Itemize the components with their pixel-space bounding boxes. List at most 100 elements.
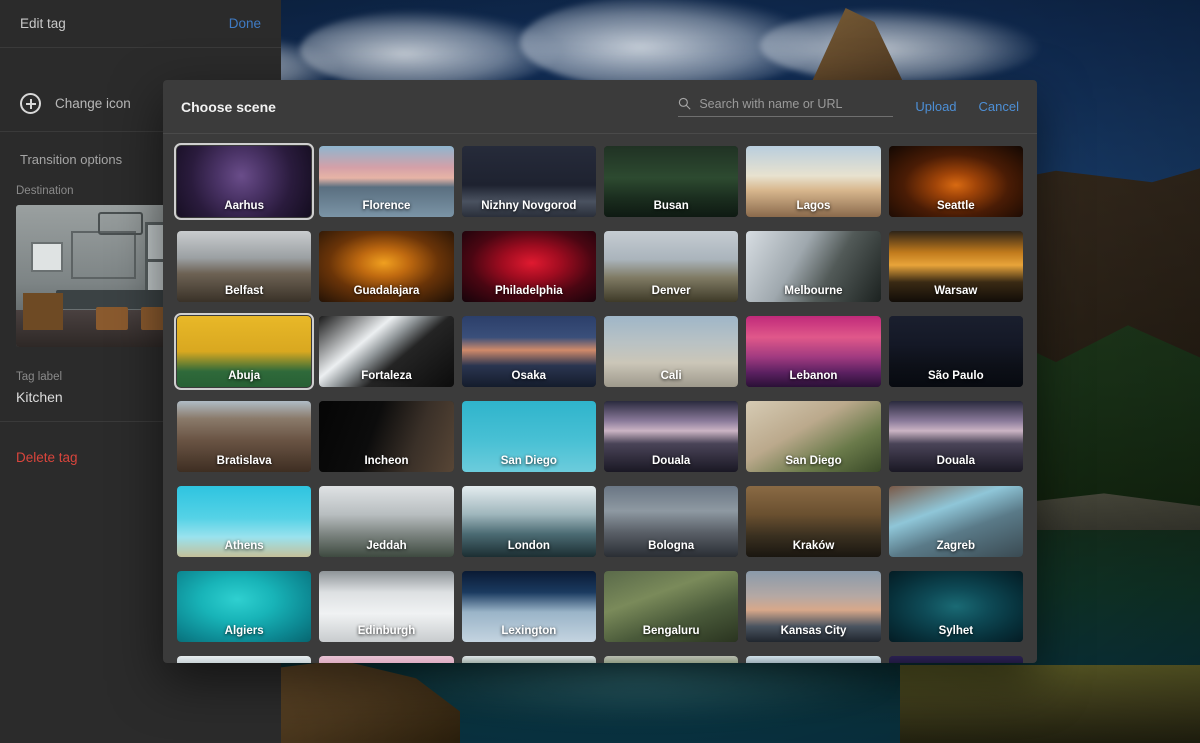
- thumb-chandelier: [98, 212, 143, 235]
- scene-tile-partial[interactable]: [889, 656, 1023, 663]
- scene-thumbnail: [462, 571, 596, 642]
- scene-tile[interactable]: Sylhet: [889, 571, 1023, 642]
- scene-tile[interactable]: Athens: [177, 486, 311, 557]
- scene-tile[interactable]: Jeddah: [319, 486, 453, 557]
- screen: Edit tag Done Change icon Transition opt…: [0, 0, 1200, 743]
- scene-thumbnail: [746, 231, 880, 302]
- scene-thumbnail: [462, 231, 596, 302]
- scene-tile[interactable]: Abuja: [177, 316, 311, 387]
- scene-tile[interactable]: Edinburgh: [319, 571, 453, 642]
- scene-thumbnail: [462, 486, 596, 557]
- scene-tile[interactable]: Nizhny Novgorod: [462, 146, 596, 217]
- scene-thumbnail: [177, 316, 311, 387]
- scene-thumbnail: [889, 486, 1023, 557]
- scene-tile[interactable]: Lebanon: [746, 316, 880, 387]
- scene-thumbnail: [462, 401, 596, 472]
- scene-tile[interactable]: San Diego: [746, 401, 880, 472]
- scene-tile[interactable]: Melbourne: [746, 231, 880, 302]
- modal-title: Choose scene: [181, 99, 276, 115]
- scene-tile-partial[interactable]: [319, 656, 453, 663]
- scene-thumbnail: [319, 146, 453, 217]
- scene-tile[interactable]: San Diego: [462, 401, 596, 472]
- scene-thumbnail: [746, 146, 880, 217]
- scene-thumbnail: [746, 401, 880, 472]
- thumb-stool: [96, 307, 128, 330]
- scene-tile[interactable]: Bologna: [604, 486, 738, 557]
- scene-tile[interactable]: Bratislava: [177, 401, 311, 472]
- scene-thumbnail: [889, 146, 1023, 217]
- scene-tile[interactable]: Guadalajara: [319, 231, 453, 302]
- scene-thumbnail: [319, 401, 453, 472]
- scene-thumbnail: [746, 571, 880, 642]
- scene-thumbnail: [889, 316, 1023, 387]
- scene-thumbnail: [889, 571, 1023, 642]
- page-title: Edit tag: [20, 16, 66, 31]
- scene-tile[interactable]: Busan: [604, 146, 738, 217]
- upload-button[interactable]: Upload: [915, 99, 956, 114]
- scene-thumbnail: [746, 486, 880, 557]
- scene-thumbnail: [177, 656, 311, 663]
- scene-thumbnail: [604, 316, 738, 387]
- scene-thumbnail: [604, 571, 738, 642]
- scene-tile-partial[interactable]: [462, 656, 596, 663]
- scene-thumbnail: [462, 656, 596, 663]
- search-field[interactable]: [678, 97, 893, 117]
- scene-tile-partial[interactable]: [604, 656, 738, 663]
- scene-thumbnail: [319, 486, 453, 557]
- scene-tile-partial[interactable]: [177, 656, 311, 663]
- scene-thumbnail: [746, 656, 880, 663]
- scene-tile[interactable]: Florence: [319, 146, 453, 217]
- scene-tile[interactable]: Incheon: [319, 401, 453, 472]
- scene-grid: AarhusFlorenceNizhny NovgorodBusanLagosS…: [177, 146, 1023, 663]
- scene-tile[interactable]: Warsaw: [889, 231, 1023, 302]
- scene-tile[interactable]: Lagos: [746, 146, 880, 217]
- scene-tile[interactable]: Bengaluru: [604, 571, 738, 642]
- choose-scene-modal: Choose scene Upload Cancel AarhusFlorenc…: [163, 80, 1037, 663]
- scene-tile[interactable]: Belfast: [177, 231, 311, 302]
- scene-tile[interactable]: London: [462, 486, 596, 557]
- scene-tile[interactable]: Douala: [889, 401, 1023, 472]
- scene-tile[interactable]: Osaka: [462, 316, 596, 387]
- scene-tile[interactable]: Douala: [604, 401, 738, 472]
- sidebar-header: Edit tag Done: [0, 0, 281, 48]
- scene-tile[interactable]: Cali: [604, 316, 738, 387]
- scene-thumbnail: [319, 231, 453, 302]
- scene-tile[interactable]: Fortaleza: [319, 316, 453, 387]
- modal-header-actions: Upload Cancel: [678, 97, 1019, 117]
- scene-thumbnail: [889, 231, 1023, 302]
- scene-thumbnail: [319, 316, 453, 387]
- scene-tile-partial[interactable]: [746, 656, 880, 663]
- scene-thumbnail: [604, 401, 738, 472]
- scene-thumbnail: [604, 656, 738, 663]
- scene-grid-scroll[interactable]: AarhusFlorenceNizhny NovgorodBusanLagosS…: [163, 134, 1037, 663]
- scene-thumbnail: [177, 486, 311, 557]
- scene-tile[interactable]: Aarhus: [177, 146, 311, 217]
- scene-thumbnail: [177, 231, 311, 302]
- scene-thumbnail: [462, 146, 596, 217]
- scene-thumbnail: [604, 486, 738, 557]
- scene-thumbnail: [604, 146, 738, 217]
- scene-tile[interactable]: São Paulo: [889, 316, 1023, 387]
- scene-tile[interactable]: Zagreb: [889, 486, 1023, 557]
- scene-tile[interactable]: Seattle: [889, 146, 1023, 217]
- scene-thumbnail: [889, 656, 1023, 663]
- scene-tile[interactable]: Kraków: [746, 486, 880, 557]
- scene-thumbnail: [319, 571, 453, 642]
- scene-thumbnail: [746, 316, 880, 387]
- done-button[interactable]: Done: [229, 16, 261, 31]
- scene-tile[interactable]: Lexington: [462, 571, 596, 642]
- scene-tile[interactable]: Philadelphia: [462, 231, 596, 302]
- scene-thumbnail: [177, 146, 311, 217]
- scene-tile[interactable]: Denver: [604, 231, 738, 302]
- scene-tile[interactable]: Kansas City: [746, 571, 880, 642]
- scene-thumbnail: [177, 571, 311, 642]
- scene-thumbnail: [462, 316, 596, 387]
- thumb-shelf: [71, 231, 136, 279]
- scene-thumbnail: [177, 401, 311, 472]
- scene-thumbnail: [889, 401, 1023, 472]
- cancel-button[interactable]: Cancel: [979, 99, 1019, 114]
- scene-tile[interactable]: Algiers: [177, 571, 311, 642]
- change-icon-label: Change icon: [55, 96, 131, 111]
- search-input[interactable]: [699, 97, 893, 111]
- search-icon: [678, 97, 691, 110]
